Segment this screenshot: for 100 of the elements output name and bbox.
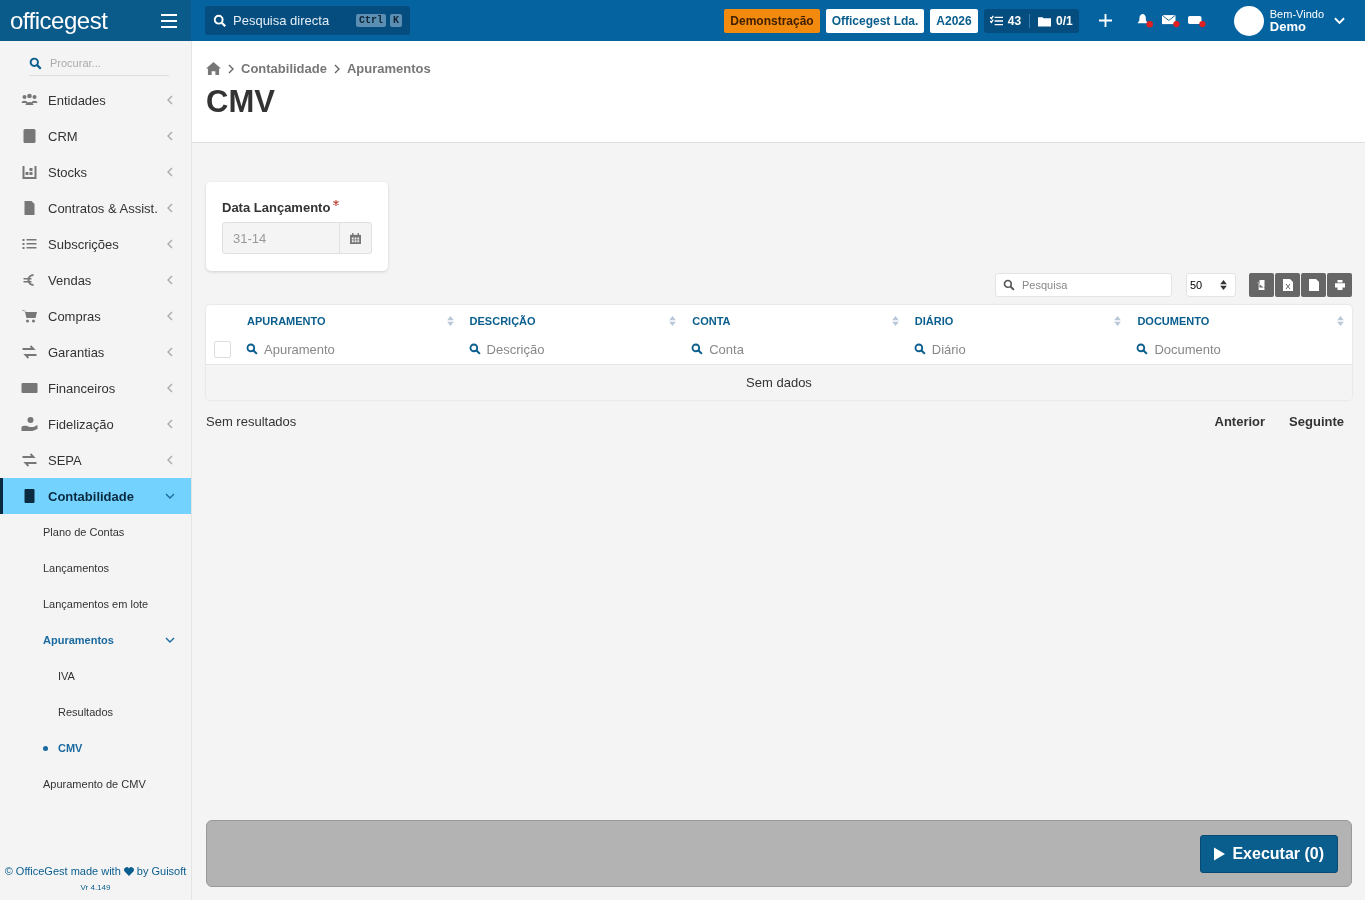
copy-icon — [1256, 278, 1267, 291]
column-header[interactable]: APURAMENTO — [247, 315, 326, 327]
chevron-icon — [165, 167, 175, 177]
chevron-icon — [165, 635, 175, 645]
cart-icon — [21, 308, 38, 324]
chevron-icon — [165, 203, 175, 213]
search-icon — [213, 13, 227, 28]
mode-badge[interactable]: Demonstração — [724, 8, 820, 33]
column-header[interactable]: DESCRIÇÃO — [469, 315, 536, 327]
sidebar-item[interactable]: Financeiros — [0, 370, 191, 406]
search-icon — [246, 343, 258, 355]
spreadsheet-file-icon — [1282, 278, 1293, 291]
sidebar-subitem[interactable]: Plano de Contas — [0, 514, 191, 550]
csv-button[interactable] — [1301, 272, 1326, 297]
pagination-button[interactable]: Seguinte — [1281, 414, 1352, 429]
list-icon — [21, 236, 38, 252]
greeting-text: Bem-Vindo — [1269, 8, 1324, 20]
play-icon — [1214, 846, 1226, 861]
chevron-icon — [165, 455, 175, 465]
search-icon — [29, 56, 42, 70]
empty-message: Sem dados — [746, 375, 812, 390]
sidebar-item[interactable]: CRM — [0, 118, 191, 154]
breadcrumb-link[interactable]: Contabilidade — [241, 61, 327, 76]
sidebar-search-field[interactable]: Procurar... — [48, 56, 152, 70]
bell-icon[interactable] — [1135, 13, 1154, 28]
file-icon — [1308, 278, 1319, 291]
home-icon[interactable] — [206, 62, 221, 75]
search-box[interactable]: Pesquisa directa Ctrl K — [205, 6, 410, 35]
chevron-icon — [165, 131, 175, 141]
company-badge[interactable]: Officegest Lda. — [825, 8, 925, 33]
excel-button[interactable] — [1275, 272, 1300, 297]
sidebar-subitem[interactable]: CMV — [0, 730, 191, 766]
print-button[interactable] — [1327, 272, 1352, 297]
folder-icon — [1038, 14, 1052, 27]
table-search-box[interactable]: Pesquisa — [995, 272, 1172, 297]
money-icon — [21, 380, 38, 396]
results-status: Sem resultados — [206, 414, 297, 429]
tasks-count: 43 — [1007, 13, 1022, 28]
sidebar-item[interactable]: SEPA — [0, 442, 191, 478]
sidebar-item[interactable]: Subscrições — [0, 226, 191, 262]
chevron-icon — [165, 95, 175, 105]
search-icon — [691, 343, 704, 355]
column-header[interactable]: DOCUMENTO — [1137, 315, 1210, 327]
copy-button[interactable] — [1249, 272, 1274, 297]
column-header[interactable]: CONTA — [692, 315, 731, 327]
avatar[interactable] — [1233, 5, 1264, 36]
ticket-icon[interactable] — [1187, 13, 1206, 28]
sidebar-item[interactable]: Entidades — [0, 82, 191, 118]
column-filter-field[interactable]: Conta — [707, 340, 852, 358]
breadcrumb-link[interactable]: Apuramentos — [346, 61, 431, 76]
chevron-icon — [165, 347, 175, 357]
sidebar-subitem[interactable]: Apuramento de CMV — [0, 766, 191, 802]
sidebar-subitem[interactable]: Lançamentos em lote — [0, 586, 191, 622]
user-name[interactable]: Demo — [1269, 19, 1324, 33]
search-field[interactable]: Pesquisa directa — [231, 12, 352, 29]
year-badge[interactable]: A2026 — [930, 8, 978, 33]
swap-icon — [21, 344, 38, 360]
mail-icon[interactable] — [1161, 13, 1180, 28]
sidebar-subitem[interactable]: Resultados — [0, 694, 191, 730]
column-filter-field[interactable]: Documento — [1152, 340, 1297, 358]
search-icon — [1003, 278, 1015, 291]
field-label: Data Lançamento — [222, 200, 331, 215]
column-filter-field[interactable]: Apuramento — [262, 340, 406, 358]
chevron-down-icon[interactable] — [1334, 16, 1345, 25]
chevron-icon — [165, 239, 175, 249]
sidebar-item[interactable]: Garantias — [0, 334, 191, 370]
book-icon — [21, 128, 38, 144]
select-all-checkbox[interactable] — [214, 340, 231, 358]
search-icon — [913, 343, 926, 355]
sidebar-item[interactable]: Fidelização — [0, 406, 191, 442]
chevron-icon — [165, 419, 175, 429]
sidebar-item[interactable]: Contabilidade — [0, 478, 191, 514]
counters-panel[interactable]: 43 0/1 — [983, 8, 1079, 33]
search-icon — [1136, 343, 1149, 355]
column-header[interactable]: DIÁRIO — [914, 315, 954, 327]
pagination-button[interactable]: Anterior — [1206, 414, 1274, 429]
credit-text: © OfficeGest made with — [4, 865, 121, 877]
sidebar-subitem[interactable]: IVA — [0, 658, 191, 694]
folders-count: 0/1 — [1056, 13, 1073, 28]
chevron-icon — [165, 491, 175, 501]
shortcut-key: Ctrl — [355, 14, 386, 27]
hand-icon — [21, 416, 38, 432]
page-size-select[interactable]: 50 — [1186, 272, 1236, 297]
menu-icon[interactable] — [161, 13, 177, 28]
chevron-icon — [228, 63, 234, 74]
sidebar-subitem[interactable]: Lançamentos — [0, 550, 191, 586]
sidebar-item[interactable]: Stocks — [0, 154, 191, 190]
sidebar-item[interactable]: Compras — [0, 298, 191, 334]
stock-icon — [21, 164, 38, 180]
sidebar-item[interactable]: Vendas — [0, 262, 191, 298]
sidebar-item[interactable]: Contratos & Assist. — [0, 190, 191, 226]
chevron-icon — [165, 383, 175, 393]
shortcut-key: K — [390, 14, 402, 27]
sidebar-subitem[interactable]: Apuramentos — [0, 622, 191, 658]
calendar-icon — [350, 232, 361, 244]
add-icon[interactable] — [1098, 14, 1112, 27]
execute-button[interactable]: Executar (0) — [1200, 834, 1338, 873]
column-filter-field[interactable]: Descrição — [484, 340, 629, 358]
page-title: CMV — [206, 84, 276, 120]
column-filter-field[interactable]: Diário — [929, 340, 1074, 358]
